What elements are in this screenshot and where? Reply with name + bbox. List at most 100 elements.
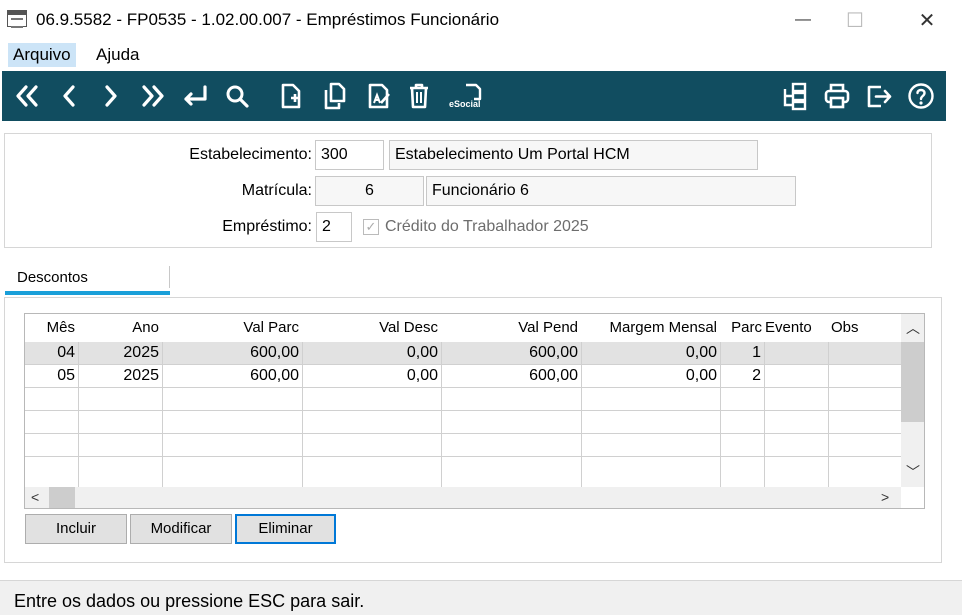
col-header-mes[interactable]: Mês [25,314,78,342]
next-record-button[interactable] [94,79,128,113]
print-button[interactable] [820,79,854,113]
cell-parc: 2 [752,367,761,384]
emprestimo-code-field[interactable]: 2 [316,212,352,242]
col-header-val-pend[interactable]: Val Pend [441,314,581,342]
cell-mes: 05 [57,367,75,384]
grid-divider [78,342,79,488]
delete-record-button[interactable] [402,79,436,113]
estabelecimento-label: Estabelecimento: [189,146,312,163]
col-header-val-desc[interactable]: Val Desc [302,314,441,342]
vertical-scroll-thumb[interactable] [901,342,924,422]
previous-record-button[interactable] [52,79,86,113]
cell-obs [828,365,901,387]
menu-arquivo[interactable]: Arquivo [8,43,76,67]
cell-val-pend: 600,00 [529,367,578,384]
emprestimo-label: Empréstimo: [222,218,312,235]
new-doc-icon [281,83,301,109]
cell-obs [828,342,901,364]
cell-mes: 04 [57,344,75,361]
esocial-button[interactable]: eSocial [448,79,488,113]
credito-trabalhador-checkbox[interactable]: ✓ [363,219,379,235]
cell-margem-mensal: 0,00 [685,344,717,361]
col-header-parc[interactable]: Parc [720,314,764,342]
cell-val-parc: 600,00 [250,367,299,384]
print-icon [824,83,850,109]
eliminar-button[interactable]: Eliminar [235,514,336,544]
app-icon [7,10,27,28]
cell-parc: 1 [752,344,761,361]
search-button[interactable] [220,79,254,113]
horizontal-scroll-thumb[interactable] [49,487,75,508]
first-icon [16,85,38,107]
table-row[interactable] [25,388,901,411]
last-icon [142,85,164,107]
last-record-button[interactable] [136,79,170,113]
new-record-button[interactable] [274,79,308,113]
matricula-code-field[interactable]: 6 [315,176,424,206]
table-row[interactable] [25,434,901,457]
exit-icon [867,85,892,108]
minimize-icon: — [795,11,811,28]
toolbar-edge [946,71,962,121]
toolbar: eSocial [2,71,946,121]
modificar-button[interactable]: Modificar [130,514,232,544]
edit-record-button[interactable] [362,79,396,113]
descontos-grid[interactable]: Mês Ano Val Parc Val Desc Val Pend Marge… [24,313,925,509]
cell-val-desc: 0,00 [406,344,438,361]
table-row[interactable] [25,457,901,480]
status-message: Entre os dados ou pressione ESC para sai… [14,591,365,611]
scroll-left-icon[interactable]: < [31,489,39,505]
menu-ajuda[interactable]: Ajuda [91,43,144,67]
tab-separator [169,266,170,288]
search-icon [226,85,249,108]
title-bar: 06.9.5582 - FP0535 - 1.02.00.007 - Empré… [0,0,962,40]
cell-evento [764,342,828,364]
tab-active-indicator [5,291,170,295]
copy-record-button[interactable] [318,79,352,113]
grid-divider [162,342,163,488]
esocial-label: eSocial [449,99,481,109]
grid-divider [441,342,442,488]
return-icon [184,85,207,106]
estabelecimento-code-field[interactable]: 300 [315,140,384,170]
edit-icon [368,83,390,109]
grid-divider [764,342,765,488]
maximize-icon: ☐ [846,9,864,32]
col-header-ano[interactable]: Ano [78,314,162,342]
scroll-up-icon[interactable]: ︿ [906,318,920,338]
window-title: 06.9.5582 - FP0535 - 1.02.00.007 - Empré… [36,10,500,29]
matricula-name-field: Funcionário 6 [426,176,796,206]
cell-ano: 2025 [123,344,159,361]
first-record-button[interactable] [10,79,44,113]
tab-descontos[interactable]: Descontos [5,264,170,294]
col-header-evento[interactable]: Evento [764,314,828,342]
hierarchy-button[interactable] [778,79,812,113]
return-button[interactable] [178,79,212,113]
close-button[interactable]: ✕ [904,0,950,40]
incluir-button[interactable]: Incluir [25,514,127,544]
status-bar: Entre os dados ou pressione ESC para sai… [0,580,962,615]
cell-val-pend: 600,00 [529,344,578,361]
col-header-obs[interactable]: Obs [828,314,898,342]
credito-trabalhador-label: Crédito do Trabalhador 2025 [385,218,589,235]
cell-val-desc: 0,00 [406,367,438,384]
table-row[interactable]: 04 2025 600,00 0,00 600,00 0,00 1 [25,342,901,365]
col-header-val-parc[interactable]: Val Parc [162,314,302,342]
delete-icon [410,83,428,109]
help-button[interactable] [904,79,938,113]
exit-button[interactable] [862,79,896,113]
scroll-down-icon[interactable]: ﹀ [906,462,920,482]
grid-divider [828,342,829,488]
cell-val-parc: 600,00 [250,344,299,361]
col-header-margem-mensal[interactable]: Margem Mensal [581,314,720,342]
minimize-button[interactable]: — [780,0,826,40]
grid-divider [720,342,721,488]
matricula-label: Matrícula: [241,182,312,199]
estabelecimento-name-field: Estabelecimento Um Portal HCM [389,140,758,170]
table-row[interactable]: 05 2025 600,00 0,00 600,00 0,00 2 [25,365,901,388]
table-row[interactable] [25,411,901,434]
maximize-button[interactable]: ☐ [832,0,878,40]
horizontal-scrollbar[interactable] [25,487,901,508]
tab-descontos-label: Descontos [17,269,88,286]
scroll-right-icon[interactable]: > [881,489,889,505]
